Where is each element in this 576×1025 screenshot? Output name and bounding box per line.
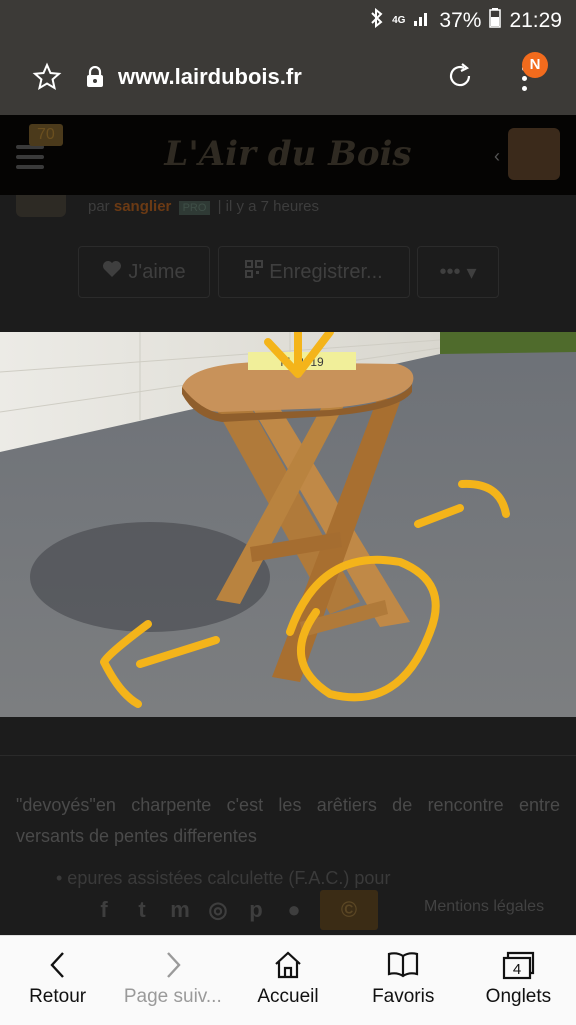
tabs-count: 4 xyxy=(513,961,521,978)
tabs-button[interactable]: 4 Onglets xyxy=(461,936,576,1025)
clock: 21:29 xyxy=(509,9,562,32)
like-label: J'aime xyxy=(128,260,186,283)
social-links: f t m ◎ p ● © xyxy=(92,890,378,930)
author-avatar[interactable] xyxy=(16,195,66,217)
qr-icon xyxy=(245,260,264,284)
github-icon[interactable]: ● xyxy=(282,898,306,922)
forward-label: Page suiv... xyxy=(123,986,222,1007)
home-button[interactable]: Accueil xyxy=(230,936,345,1025)
battery-percent: 37% xyxy=(439,9,482,32)
facebook-icon[interactable]: f xyxy=(92,898,116,922)
forward-button[interactable]: Page suiv... xyxy=(115,936,230,1025)
mastodon-icon[interactable]: m xyxy=(168,898,192,922)
chevron-left-icon: ‹ xyxy=(494,146,500,166)
home-label: Accueil xyxy=(257,986,319,1007)
browser-bottom-nav: Retour Page suiv... Accueil Favoris 4 On… xyxy=(0,935,576,1025)
stool-photo-illustration: M. 2019 xyxy=(0,216,576,717)
back-label: Retour xyxy=(29,986,87,1007)
user-avatar[interactable] xyxy=(508,128,560,180)
save-label: Enregistrer... xyxy=(269,260,383,283)
forward-arrow-icon xyxy=(166,952,181,978)
by-label: par xyxy=(88,198,110,215)
bookmark-star-icon[interactable] xyxy=(32,62,62,97)
post-bullet: • epures assistées calculette (F.A.C.) p… xyxy=(56,868,391,888)
network-type: 4G xyxy=(392,15,406,26)
copyright-icon[interactable]: © xyxy=(320,890,378,930)
caret-down-icon: ▾ xyxy=(466,261,477,284)
book-icon xyxy=(388,952,419,978)
twitter-icon[interactable]: t xyxy=(130,898,154,922)
post-paragraph: "devoyés"en charpente c'est les arêtiers… xyxy=(16,795,560,846)
legal-link[interactable]: Mentions légales xyxy=(424,898,544,916)
bookmarks-label: Favoris xyxy=(372,986,435,1007)
site-logo[interactable]: L'Air du Bois xyxy=(0,134,576,174)
signal-icon xyxy=(413,9,431,33)
like-button[interactable]: J'aime xyxy=(78,246,210,298)
back-arrow-icon xyxy=(49,952,64,978)
status-bar: 4G 37% 21:29 xyxy=(0,0,576,40)
more-actions-button[interactable]: ••• ▾ xyxy=(417,246,499,298)
bluetooth-icon xyxy=(370,7,384,34)
time-ago: | il y a 7 heures xyxy=(217,198,320,215)
battery-icon xyxy=(489,8,502,34)
tabs-label: Onglets xyxy=(485,986,552,1007)
home-icon xyxy=(275,951,301,979)
heart-icon xyxy=(102,260,122,284)
more-label: ••• xyxy=(439,260,461,283)
bookmarks-button[interactable]: Favoris xyxy=(346,936,461,1025)
tabs-icon: 4 xyxy=(503,951,535,980)
post-meta: par sanglier PRO | il y a 7 heures xyxy=(88,198,319,215)
browser-url-bar: www.lairdubois.fr N xyxy=(0,40,576,115)
pinterest-icon[interactable]: p xyxy=(244,898,268,922)
author-link[interactable]: sanglier xyxy=(114,198,172,215)
save-button[interactable]: Enregistrer... xyxy=(218,246,410,298)
lock-icon xyxy=(86,65,104,93)
notification-badge[interactable]: N xyxy=(522,52,548,78)
divider xyxy=(0,755,576,756)
instagram-icon[interactable]: ◎ xyxy=(206,898,230,922)
refresh-icon[interactable] xyxy=(444,60,476,97)
url-text[interactable]: www.lairdubois.fr xyxy=(118,64,302,90)
back-button[interactable]: Retour xyxy=(0,936,115,1025)
post-photo[interactable]: M. 2019 xyxy=(0,216,576,717)
pro-badge: PRO xyxy=(178,201,211,215)
